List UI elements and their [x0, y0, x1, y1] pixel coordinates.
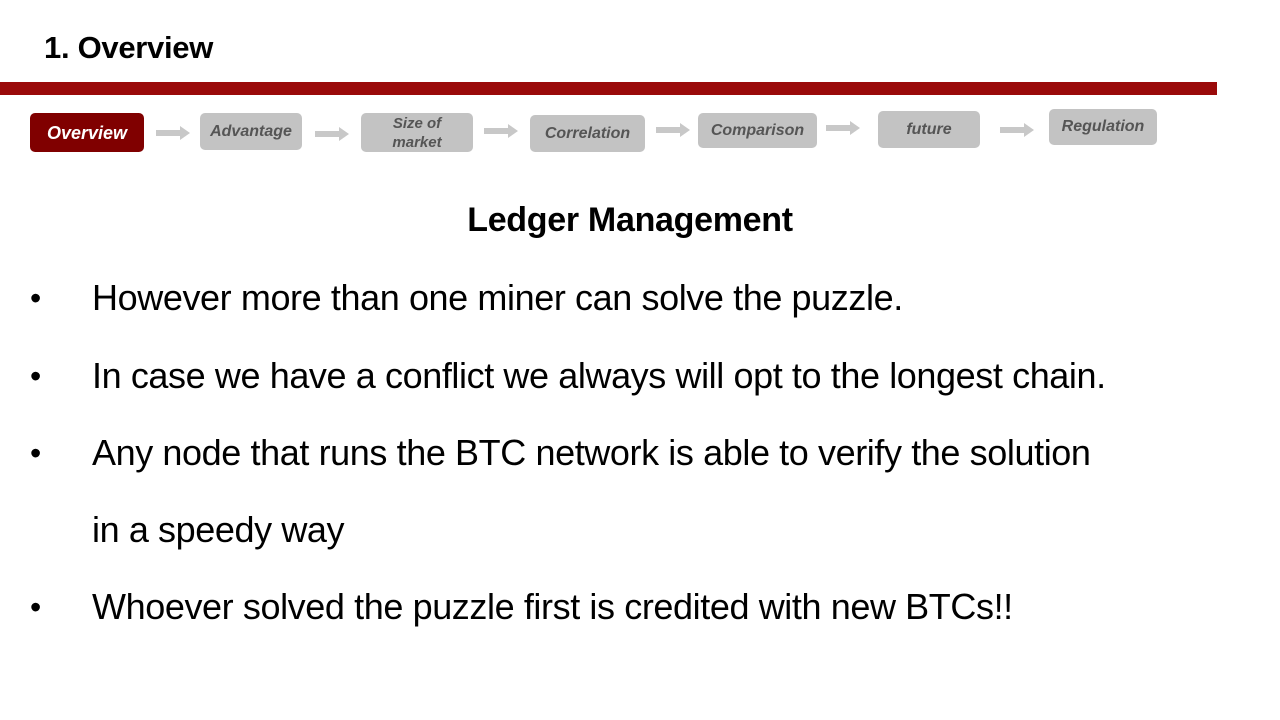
nav-step-size-of-market[interactable]: Size of market [361, 113, 473, 152]
nav-step-label: Overview [46, 122, 128, 143]
nav-step-label: Advantage [210, 122, 292, 140]
bullet-text: Whoever solved the puzzle first is credi… [92, 586, 1013, 627]
bullet-text: In case we have a conflict we always wil… [92, 355, 1106, 396]
right-arrow-icon [156, 126, 190, 140]
right-arrow-icon [484, 124, 518, 138]
nav-step-label-line2: market [392, 133, 442, 151]
bullet-icon: • [30, 435, 41, 471]
nav-step-regulation[interactable]: Regulation [1049, 109, 1157, 145]
bullet-item: • However more than one miner can solve … [0, 268, 1280, 328]
nav-step-label-line1: Size of [392, 114, 442, 132]
nav-step-overview[interactable]: Overview [30, 113, 144, 152]
bullet-icon: • [30, 589, 41, 625]
bullet-text: However more than one miner can solve th… [92, 277, 903, 318]
header-divider [0, 82, 1217, 95]
bullet-text-continuation: in a speedy way [92, 509, 345, 550]
nav-step-future[interactable]: future [878, 111, 980, 148]
nav-step-label: Comparison [710, 121, 805, 139]
bullet-icon: • [30, 280, 41, 316]
nav-step-label: Regulation [1061, 118, 1145, 135]
bullet-item: • Any node that runs the BTC network is … [0, 423, 1280, 483]
right-arrow-icon [826, 121, 860, 135]
nav-step-label: Correlation [544, 124, 631, 142]
nav-step-correlation[interactable]: Correlation [530, 115, 645, 152]
right-arrow-icon [656, 123, 690, 137]
bullet-continuation: in a speedy way [0, 500, 1280, 560]
bullet-text: Any node that runs the BTC network is ab… [92, 432, 1091, 473]
nav-step-advantage[interactable]: Advantage [200, 113, 302, 150]
bullet-item: • Whoever solved the puzzle first is cre… [0, 577, 1280, 637]
nav-step-label: future [906, 120, 952, 138]
slide-heading: Ledger Management [467, 201, 793, 239]
bullet-item: • In case we have a conflict we always w… [0, 346, 1280, 406]
right-arrow-icon [315, 127, 349, 141]
bullet-icon: • [30, 358, 41, 394]
right-arrow-icon [1000, 123, 1034, 137]
section-title: 1. Overview [44, 30, 214, 65]
nav-step-comparison[interactable]: Comparison [698, 113, 817, 148]
